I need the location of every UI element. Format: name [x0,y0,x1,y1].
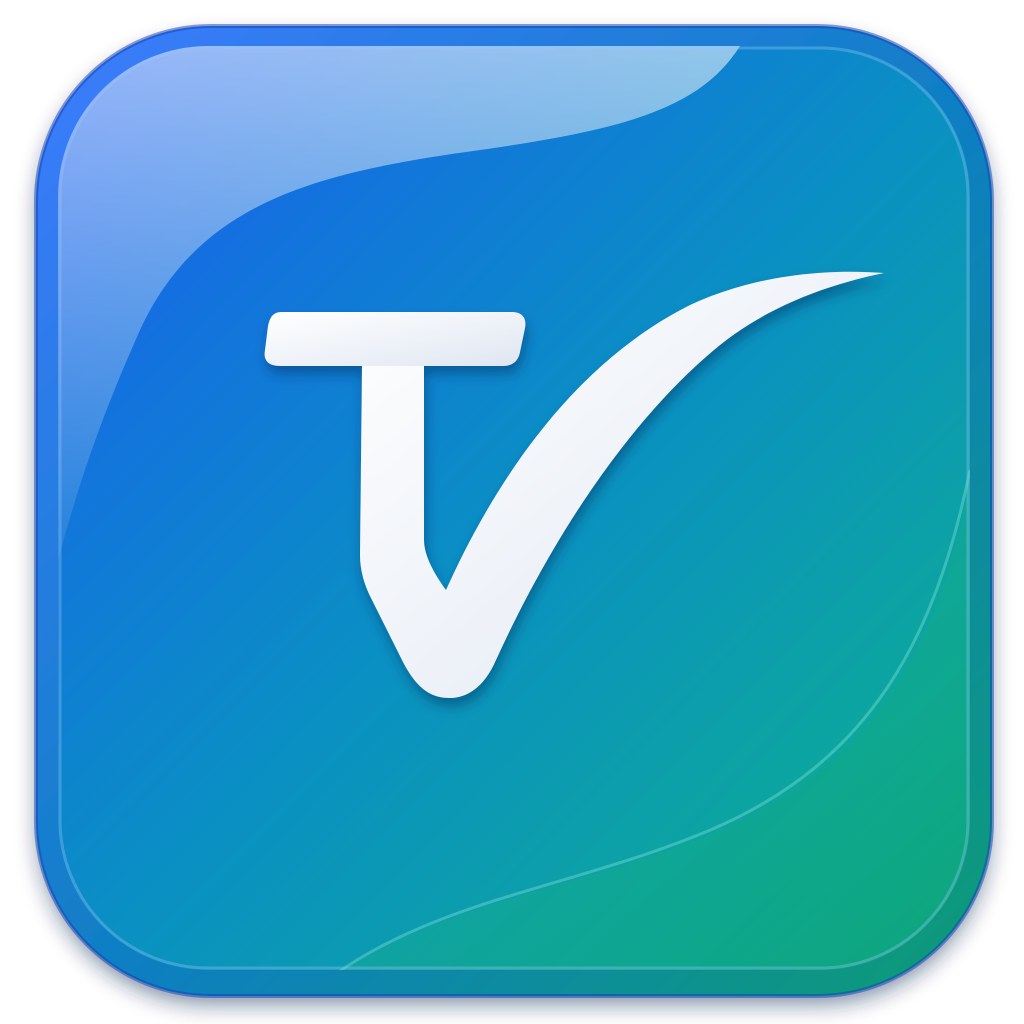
app-icon-canvas [0,0,1024,1024]
app-icon[interactable] [0,0,1024,1024]
glyph-t-bar [264,312,526,366]
